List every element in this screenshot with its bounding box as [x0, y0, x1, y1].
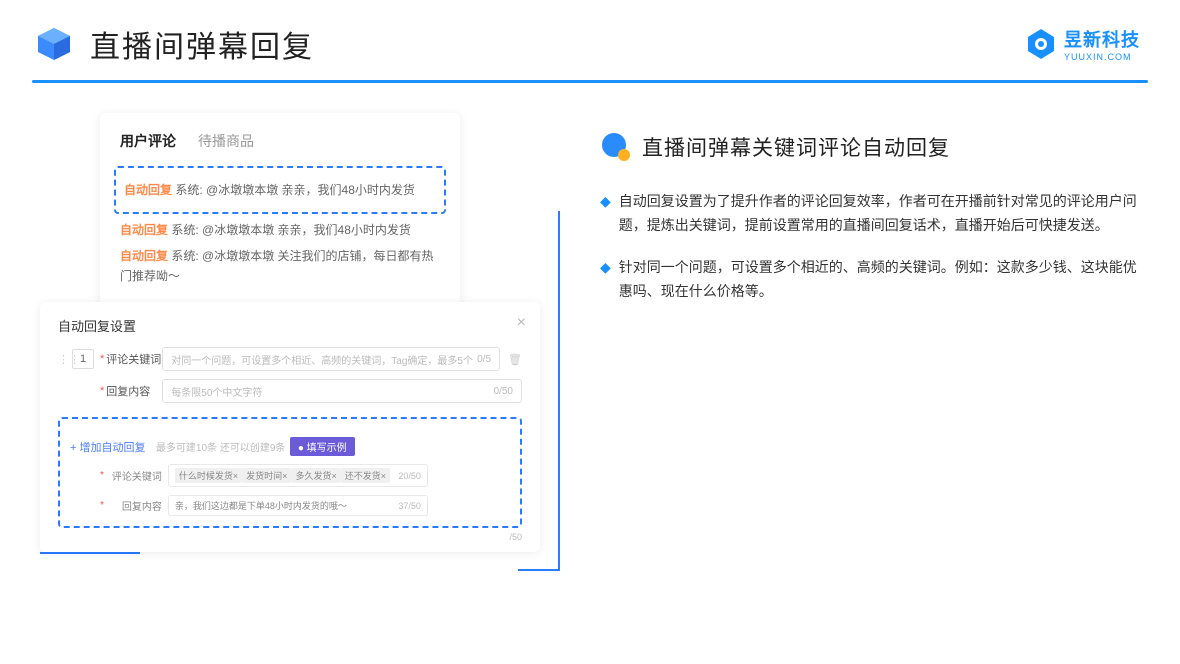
page-title: 直播间弹幕回复 — [90, 22, 314, 66]
auto-reply-settings-modal: 自动回复设置 × ⋮⋮ 1 * 评论关键词 对同一个问题，可设置多个相近、高频的… — [40, 302, 540, 552]
cube-icon — [34, 24, 74, 64]
bullet-1: ◆ 自动回复设置为了提升作者的评论回复效率，作者可在开播前针对常见的评论用户问题… — [600, 189, 1140, 237]
connector-line-v — [558, 211, 560, 571]
add-hint: 最多可建10条 还可以创建9条 — [156, 443, 285, 454]
close-icon[interactable]: × — [517, 314, 526, 332]
bubble-icon — [600, 131, 632, 163]
brand-name: 昱新科技 — [1064, 26, 1140, 52]
delete-icon[interactable]: 🗑 — [508, 353, 522, 366]
brand-logo: 昱新科技 YUUXIN.COM — [1024, 26, 1140, 62]
drag-icon[interactable]: ⋮⋮ — [58, 353, 72, 366]
keyword-input[interactable]: 对同一个问题，可设置多个相近、高频的关键词，Tag确定，最多5个 0/5 — [162, 347, 500, 371]
bottom-counter: /50 — [58, 532, 522, 542]
section-title: 直播间弹幕关键词评论自动回复 — [642, 132, 950, 162]
highlight-message: 自动回复 系统: @冰墩墩本墩 亲亲，我们48小时内发货 — [114, 166, 446, 214]
example-highlight: + 增加自动回复 最多可建10条 还可以创建9条 ● 填写示例 * 评论关键词 … — [58, 417, 522, 528]
modal-title: 自动回复设置 — [58, 316, 522, 335]
tab-comments[interactable]: 用户评论 — [120, 131, 176, 157]
example-tags: 什么时候发货× 发货时间× 多久发货× 还不发货× 20/50 — [168, 464, 428, 487]
example-reply: 亲，我们这边都是下单48小时内发货的哦～ 37/50 — [168, 495, 428, 516]
reply-label: 回复内容 — [106, 383, 162, 399]
comments-card: 用户评论 待播商品 自动回复 系统: @冰墩墩本墩 亲亲，我们48小时内发货 自… — [100, 113, 460, 306]
connector-line — [40, 552, 140, 554]
reply-input[interactable]: 每条限50个中文字符 0/50 — [162, 379, 522, 403]
add-auto-reply-link[interactable]: + 增加自动回复 — [70, 442, 145, 454]
tab-products[interactable]: 待播商品 — [198, 131, 254, 157]
keyword-label: 评论关键词 — [106, 351, 162, 367]
example-badge: ● 填写示例 — [290, 437, 355, 456]
connector-line-2 — [518, 569, 560, 571]
bullet-2: ◆ 针对同一个问题，可设置多个相近的、高频的关键词。例如：这款多少钱、这块能优惠… — [600, 255, 1140, 303]
index-box: 1 — [72, 349, 94, 369]
brand-sub: YUUXIN.COM — [1064, 52, 1140, 62]
